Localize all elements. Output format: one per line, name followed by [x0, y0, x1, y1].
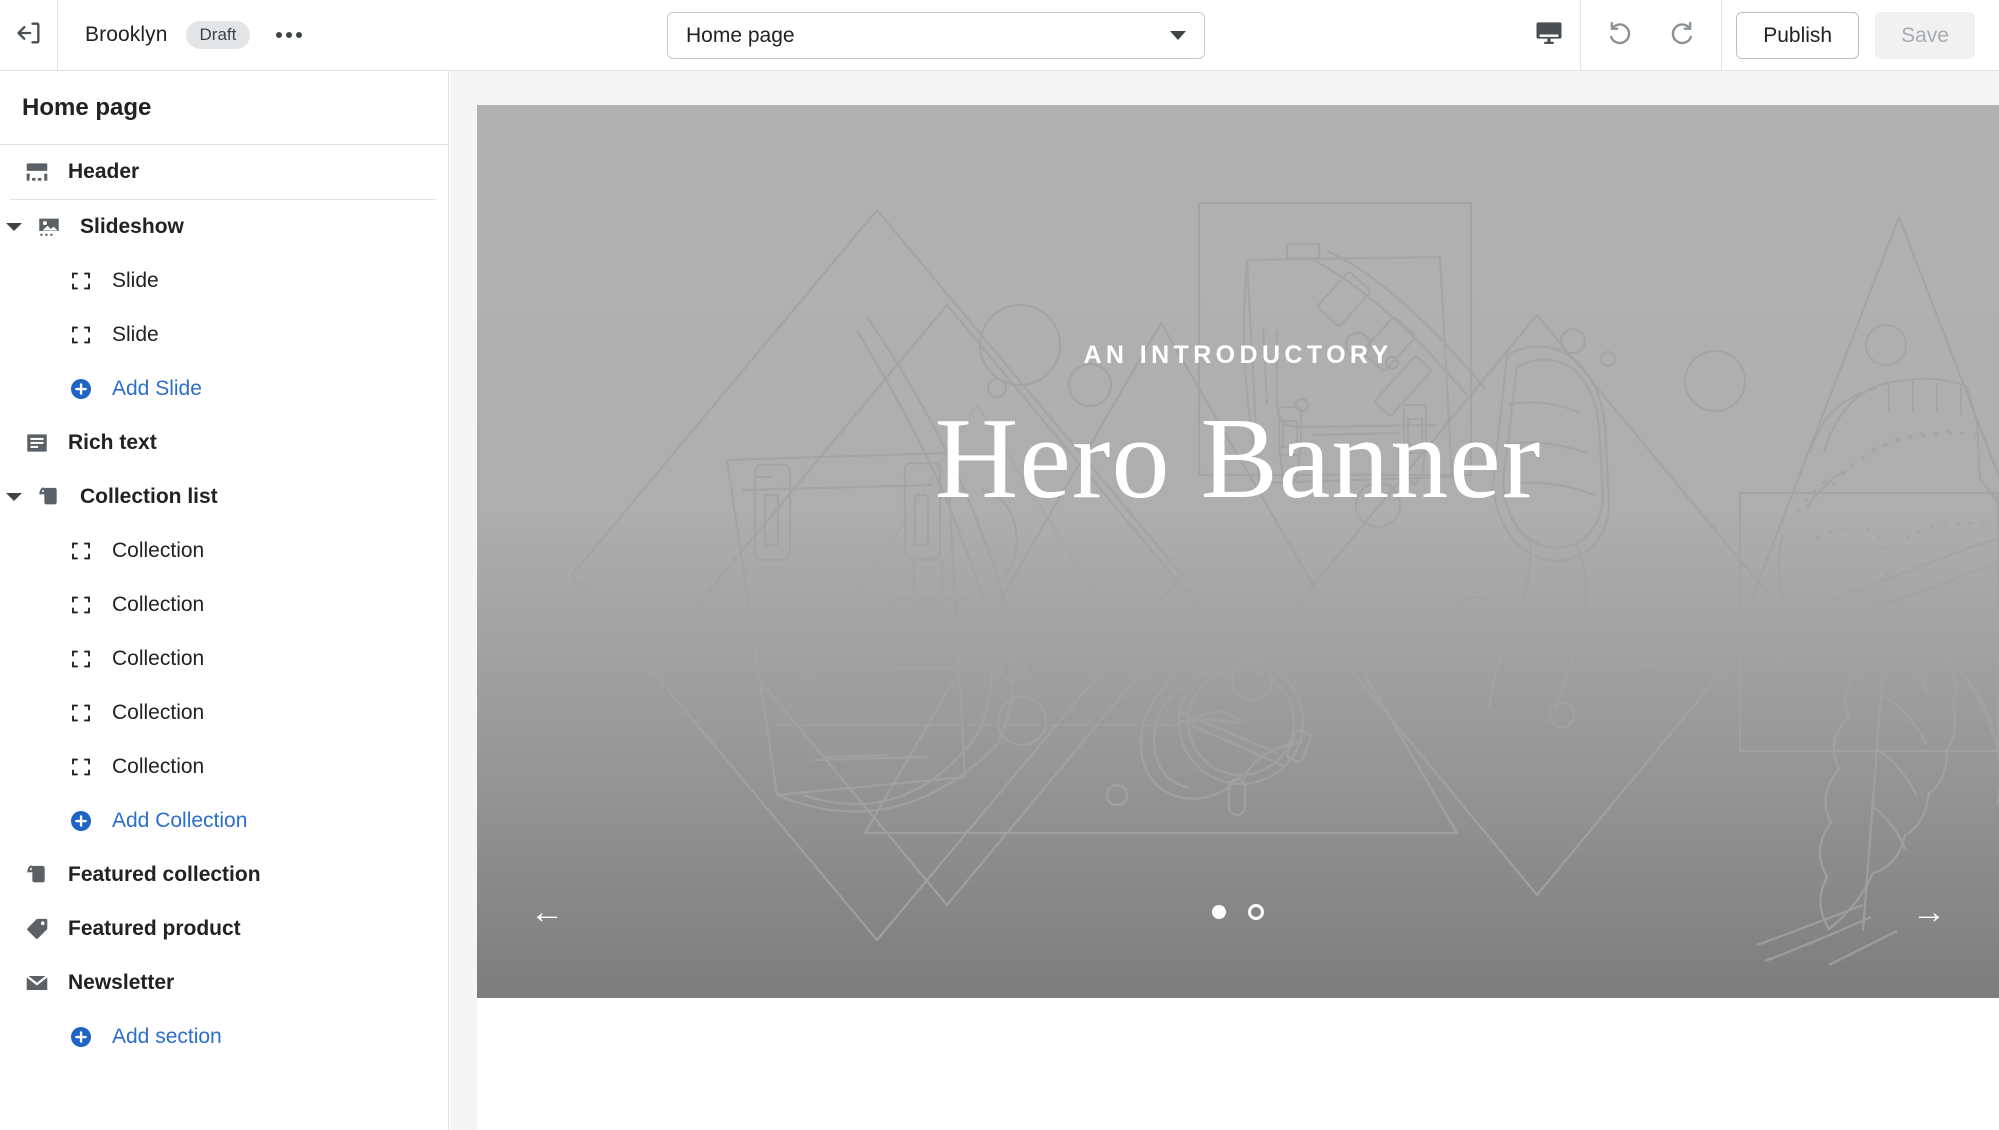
messenger-bag-illustration: [1242, 242, 1486, 489]
sidebar-item-label: Slideshow: [80, 215, 184, 238]
sidebar-item-label: Header: [68, 160, 140, 183]
hero-background-illustration: [570, 201, 1999, 966]
sidebar-item-label: Collection: [112, 539, 205, 562]
sidebar-item-collection-list[interactable]: Collection list: [0, 470, 448, 524]
sidebar-item-slide[interactable]: Slide: [0, 308, 448, 362]
store-info-group: Brooklyn Draft: [58, 21, 310, 49]
sidebar-item-label: Featured collection: [68, 863, 261, 886]
rich-text-icon: [22, 428, 52, 458]
sidebar-page-title: Home page: [0, 71, 448, 145]
sidebar-item-label: Rich text: [68, 431, 157, 454]
publish-button[interactable]: Publish: [1736, 12, 1860, 59]
store-name: Brooklyn: [85, 23, 168, 46]
chevron-down-icon: [1170, 31, 1186, 40]
sidebar-item-newsletter[interactable]: Newsletter: [0, 956, 448, 1010]
sidebar-item-label: Collection: [112, 755, 205, 778]
sidebar-item-collection[interactable]: Collection: [0, 578, 448, 632]
hero-banner-slide[interactable]: AN INTRODUCTORY Hero Banner ← →: [477, 105, 1999, 998]
sneaker-illustration: [1487, 345, 1611, 712]
status-badge: Draft: [185, 21, 251, 49]
sections-list: Header Slideshow Slide Slide Add Slide R…: [0, 145, 448, 1064]
collection-tag-icon: [22, 860, 52, 890]
chevron-down-icon: [6, 493, 22, 501]
sidebar-item-label: Featured product: [68, 917, 241, 940]
storefront-preview: AN INTRODUCTORY Hero Banner ← →: [477, 105, 1999, 1130]
more-actions-button[interactable]: [268, 22, 310, 48]
desktop-monitor-icon: [1534, 18, 1564, 53]
plus-circle-icon: [66, 1022, 96, 1052]
slideshow-navigation: ← →: [477, 895, 1999, 929]
decorative-circles: [978, 303, 1998, 807]
toolbar-right-group: Publish Save: [1518, 0, 1999, 71]
add-section-button[interactable]: Add section: [0, 1010, 448, 1064]
slideshow-dot-active[interactable]: [1212, 905, 1226, 919]
history-controls: [1581, 0, 1721, 71]
block-brackets-icon: [66, 536, 96, 566]
undo-button[interactable]: [1589, 0, 1651, 71]
next-slide-arrow[interactable]: →: [1909, 895, 1949, 929]
dot-glyph: [296, 32, 303, 38]
sidebar-item-slideshow[interactable]: Slideshow: [0, 200, 448, 254]
product-tag-icon: [22, 914, 52, 944]
top-toolbar: Brooklyn Draft Home page Publish Save: [0, 0, 1999, 71]
sections-sidebar: Home page Header Slideshow Slide Slide A…: [0, 71, 449, 1130]
sidebar-item-collection[interactable]: Collection: [0, 632, 448, 686]
boot-illustration: [1777, 377, 1999, 657]
sidebar-item-collection[interactable]: Collection: [0, 524, 448, 578]
sidebar-item-rich-text[interactable]: Rich text: [0, 416, 448, 470]
block-brackets-icon: [66, 644, 96, 674]
exit-editor-button[interactable]: [0, 0, 58, 71]
sidebar-item-header[interactable]: Header: [0, 145, 448, 199]
dot-glyph: [286, 32, 293, 38]
block-brackets-icon: [66, 266, 96, 296]
block-brackets-icon: [66, 752, 96, 782]
sidebar-item-collection[interactable]: Collection: [0, 740, 448, 794]
sidebar-item-featured-product[interactable]: Featured product: [0, 902, 448, 956]
image-placeholder-icon: [34, 212, 64, 242]
add-slide-button[interactable]: Add Slide: [0, 362, 448, 416]
sidebar-item-featured-collection[interactable]: Featured collection: [0, 848, 448, 902]
previous-slide-arrow[interactable]: ←: [527, 895, 567, 929]
page-selector-value: Home page: [686, 23, 795, 47]
slideshow-dot-inactive[interactable]: [1248, 904, 1264, 920]
add-slide-label: Add Slide: [112, 377, 202, 400]
block-brackets-icon: [66, 590, 96, 620]
sidebar-item-label: Collection list: [80, 485, 218, 508]
sidebar-item-label: Slide: [112, 269, 159, 292]
block-brackets-icon: [66, 320, 96, 350]
slideshow-expand-toggle[interactable]: [6, 223, 34, 231]
dot-glyph: [276, 32, 283, 38]
add-collection-button[interactable]: Add Collection: [0, 794, 448, 848]
sidebar-item-slide[interactable]: Slide: [0, 254, 448, 308]
plus-circle-icon: [66, 374, 96, 404]
redo-arrow-icon: [1667, 18, 1697, 53]
sidebar-item-label: Collection: [112, 647, 205, 670]
add-section-label: Add section: [112, 1025, 222, 1048]
toolbar-divider: [1721, 0, 1723, 71]
sidebar-item-label: Slide: [112, 323, 159, 346]
add-collection-label: Add Collection: [112, 809, 248, 832]
plus-circle-icon: [66, 806, 96, 836]
preview-canvas: AN INTRODUCTORY Hero Banner ← →: [450, 71, 1999, 1130]
block-brackets-icon: [66, 698, 96, 728]
sidebar-item-label: Collection: [112, 593, 205, 616]
chevron-down-icon: [6, 223, 22, 231]
sidebar-scrollbar[interactable]: [436, 71, 448, 1130]
sidebar-item-label: Collection: [112, 701, 205, 724]
sidebar-item-collection[interactable]: Collection: [0, 686, 448, 740]
device-preview-button[interactable]: [1518, 0, 1580, 71]
save-button[interactable]: Save: [1875, 12, 1975, 59]
header-layout-icon: [22, 157, 52, 187]
sidebar-item-label: Newsletter: [68, 971, 175, 994]
collection-list-expand-toggle[interactable]: [6, 493, 34, 501]
preview-below-fold: [477, 998, 1999, 1130]
slideshow-dots: [1212, 904, 1264, 920]
page-selector-dropdown[interactable]: Home page: [667, 12, 1205, 59]
redo-button[interactable]: [1651, 0, 1713, 71]
collection-tag-icon: [34, 482, 64, 512]
undo-arrow-icon: [1605, 18, 1635, 53]
envelope-icon: [22, 968, 52, 998]
exit-arrow-icon: [15, 19, 43, 52]
